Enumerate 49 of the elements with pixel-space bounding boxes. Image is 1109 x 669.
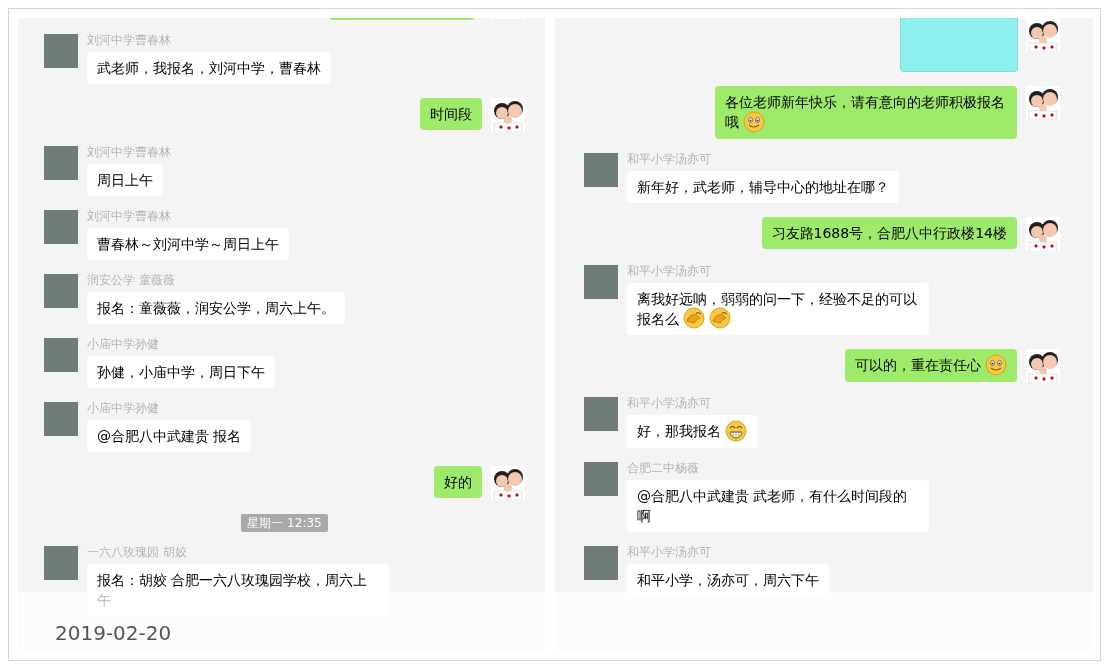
- sender-name: 和平小学汤亦可: [627, 150, 711, 167]
- avatar-photo-placeholder: [44, 402, 78, 436]
- avatar-photo-placeholder: [44, 274, 78, 308]
- chat-bubble: @合肥八中武建贵 武老师，有什么时间段的啊: [627, 479, 929, 532]
- chat-bubble: 离我好远呐，弱弱的问一下，经验不足的可以报名么: [627, 282, 929, 335]
- cartoon-avatar-drawing: [491, 466, 525, 500]
- sender-name: 和平小学汤亦可: [627, 543, 711, 560]
- avatar-photo-placeholder: [584, 152, 618, 187]
- chat-bubble: @合肥八中武建贵 报名: [87, 420, 252, 452]
- avatar-photo-placeholder: [44, 34, 78, 68]
- timestamp: 星期一 12:35: [241, 514, 328, 532]
- avatar-photo-placeholder: [44, 146, 78, 180]
- avatar-photo-placeholder: [584, 461, 618, 496]
- emoji-icon: [725, 419, 747, 442]
- cartoon-avatar-drawing: [1026, 216, 1060, 251]
- avatar-photo-placeholder: [584, 397, 618, 431]
- chat-bubble: 可以的，重在责任心: [845, 349, 1017, 382]
- chat-bubble: 习友路1688号，合肥八中行政楼14楼: [761, 216, 1017, 249]
- emoji-icon: [709, 307, 731, 329]
- sender-name: 刘河中学曹春林: [87, 144, 171, 160]
- sender-name: 和平小学汤亦可: [627, 395, 711, 411]
- chat-bubble: 好的: [434, 466, 482, 498]
- avatar-photo-placeholder: [44, 546, 78, 580]
- avatar-photo-placeholder: [44, 210, 78, 244]
- sender-name: 和平小学汤亦可: [627, 262, 711, 279]
- chat-bubble: 武老师，我报名，刘河中学，曹春林: [87, 52, 331, 84]
- sender-name: 刘河中学曹春林: [87, 208, 171, 224]
- emoji-icon: [683, 307, 705, 329]
- chat-bubble: 曹春林～刘河中学～周日上午: [87, 228, 289, 260]
- cartoon-avatar-drawing: [1026, 86, 1060, 120]
- chat-bubble: 周日上午: [87, 164, 163, 196]
- chat-bubble: 报名：童薇薇，润安公学，周六上午。: [87, 292, 345, 324]
- cartoon-avatar-drawing: [491, 98, 525, 132]
- cartoon-avatar-drawing: [1026, 349, 1060, 383]
- chat-bubble: 新年好，武老师，辅导中心的地址在哪？: [627, 170, 899, 203]
- avatar-photo-placeholder: [584, 545, 618, 580]
- sender-name: 刘河中学曹春林: [87, 32, 171, 48]
- chat-bubble: 好，那我报名: [627, 415, 757, 448]
- chat-bubble: 时间段: [420, 98, 482, 130]
- avatar-photo-placeholder: [44, 338, 78, 372]
- sender-name: 小庙中学孙健: [87, 400, 159, 416]
- chat-bubble: 各位老师新年快乐，请有意向的老师积极报名哦: [715, 86, 1017, 139]
- avatar-photo-placeholder: [584, 264, 618, 299]
- emoji-icon: [985, 353, 1007, 376]
- chat-bubble: 孙健，小庙中学，周日下午: [87, 356, 275, 388]
- emoji-icon: [743, 110, 765, 133]
- sender-name: 润安公学 童薇薇: [87, 272, 175, 288]
- sender-name: 小庙中学孙健: [87, 336, 159, 352]
- date-caption: 2019-02-20: [55, 620, 172, 646]
